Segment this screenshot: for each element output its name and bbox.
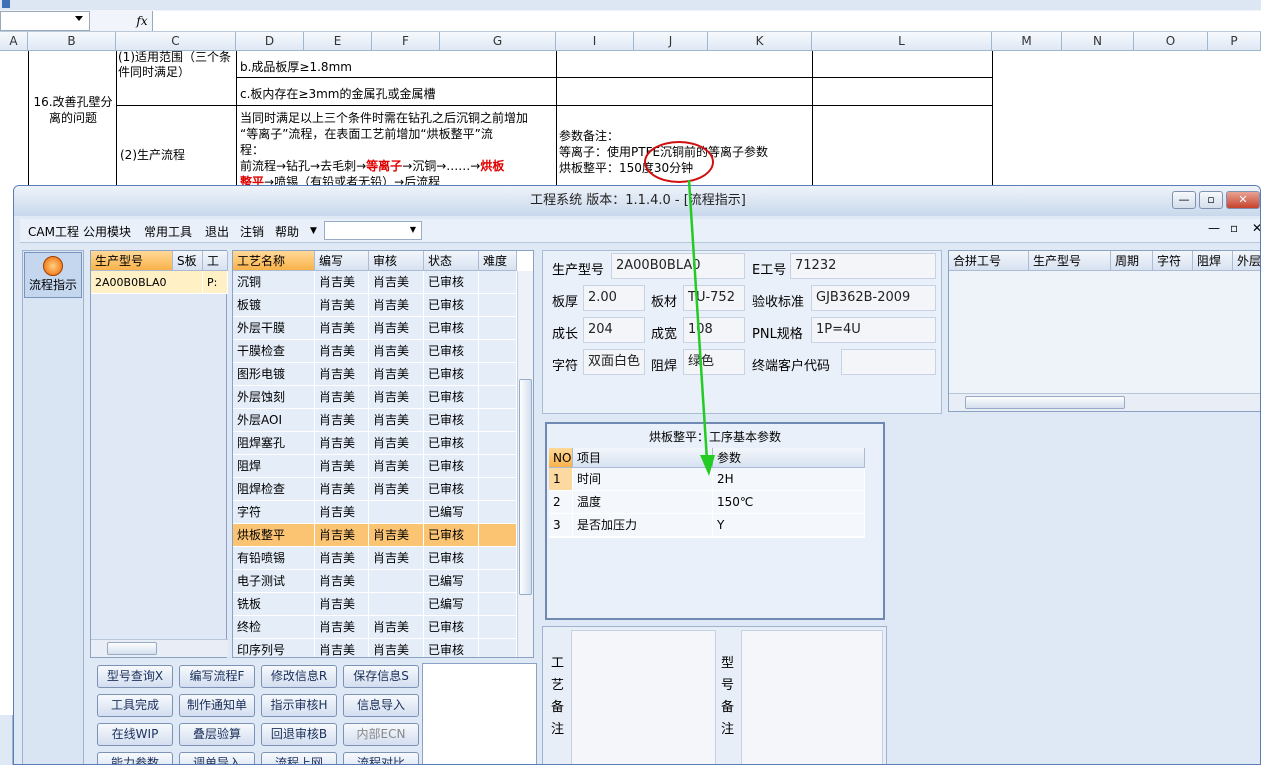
arrow-line	[687, 179, 709, 461]
arrow-annotation	[687, 179, 715, 476]
arrow-head	[700, 455, 715, 476]
